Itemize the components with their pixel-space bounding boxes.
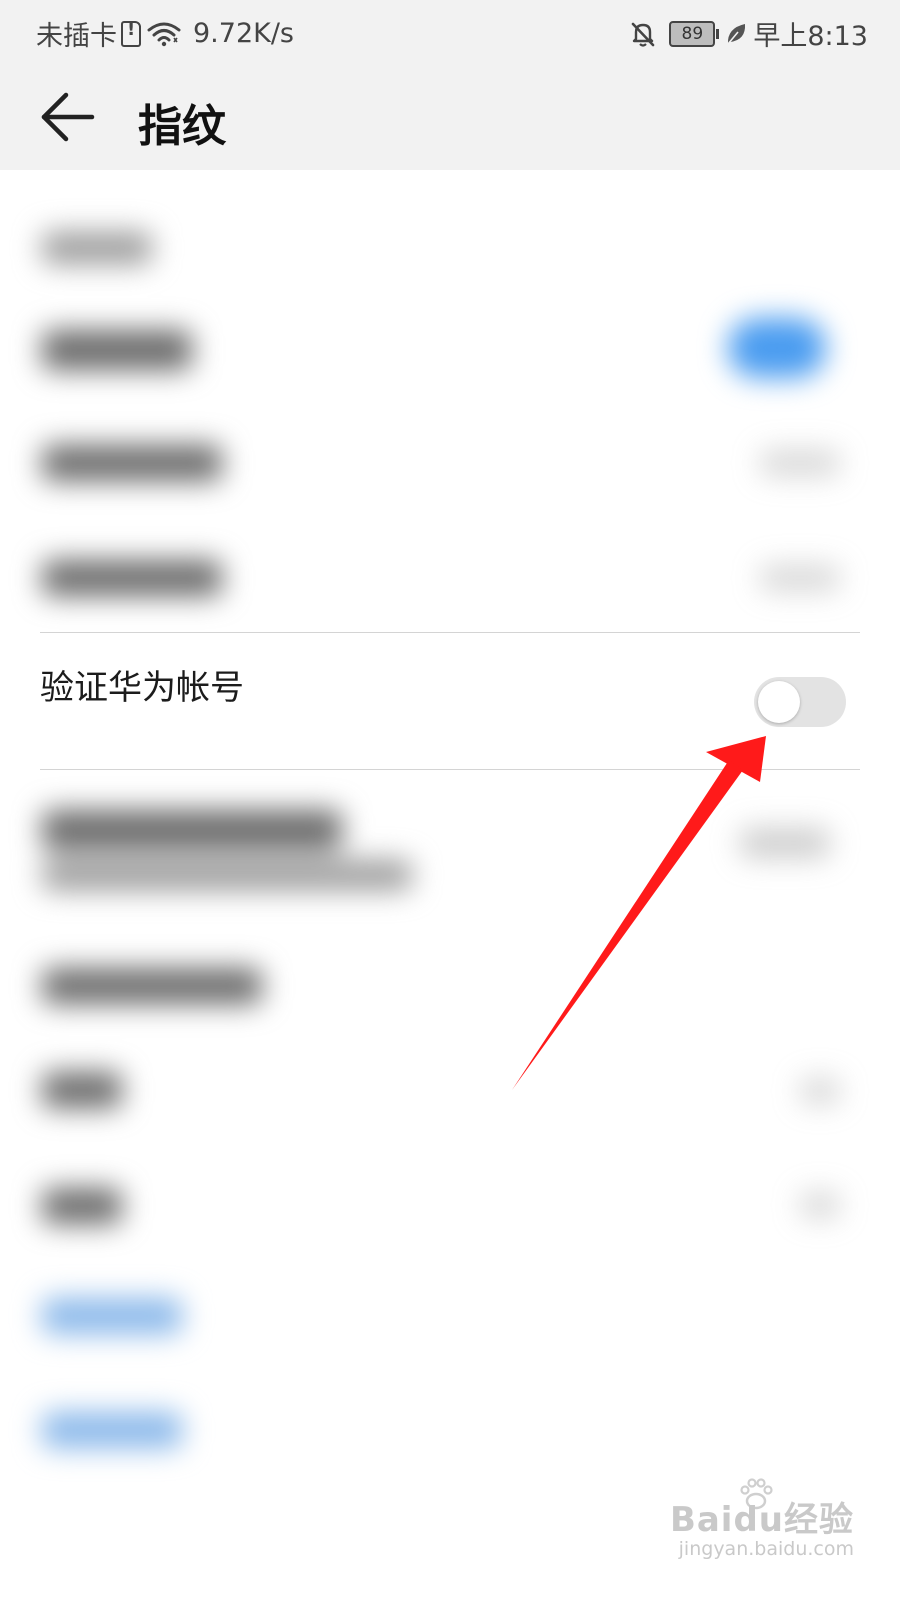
battery-icon: 89: [669, 20, 720, 47]
baidu-watermark: Baidu经验 jingyan.baidu.com: [670, 1474, 854, 1566]
blurred-row: [760, 565, 840, 591]
blurred-row: [42, 445, 222, 481]
app-header: 指纹: [0, 62, 900, 170]
status-left: 未插卡 9.72K/s: [36, 14, 294, 53]
blurred-content: [0, 0, 900, 1600]
divider: [40, 632, 860, 633]
carrier-text: 未插卡: [36, 21, 117, 52]
verify-account-toggle[interactable]: [754, 677, 846, 727]
blurred-row: [42, 560, 222, 596]
blurred-row: [42, 1072, 122, 1108]
net-speed: 9.72K/s: [193, 18, 294, 49]
blurred-link: [42, 1412, 182, 1448]
blurred-switch: [728, 318, 826, 378]
leaf-icon: [727, 23, 746, 45]
page-title: 指纹: [138, 101, 226, 152]
blurred-row: [42, 232, 152, 264]
blurred-row: [740, 828, 830, 858]
toggle-knob: [758, 681, 800, 723]
blurred-link: [42, 1298, 182, 1334]
blurred-row: [760, 450, 840, 476]
status-right: 89 早上8:13: [629, 14, 868, 53]
bell-off-icon: [632, 22, 655, 47]
blurred-row: [42, 968, 262, 1004]
blurred-row: [42, 860, 412, 890]
status-bar: 未插卡 9.72K/s 89: [0, 0, 900, 62]
watermark-url: jingyan.baidu.com: [678, 1538, 854, 1560]
clock: 早上8:13: [753, 21, 868, 52]
blurred-row: [42, 1188, 122, 1224]
blurred-row: [800, 1192, 840, 1218]
blurred-row: [42, 330, 192, 370]
battery-level: 89: [669, 20, 716, 47]
verify-account-label: 验证华为帐号: [40, 668, 244, 708]
sim-alert-icon: [121, 19, 141, 47]
arrow-left-icon[interactable]: [36, 88, 100, 146]
blurred-row: [42, 810, 342, 850]
wifi-icon: [147, 22, 181, 46]
divider: [40, 769, 860, 770]
watermark-brand: Baidu经验: [669, 1500, 854, 1540]
blurred-row: [800, 1078, 840, 1104]
battery-tip: [716, 28, 720, 39]
top-bar: 未插卡 9.72K/s 89: [0, 0, 900, 170]
